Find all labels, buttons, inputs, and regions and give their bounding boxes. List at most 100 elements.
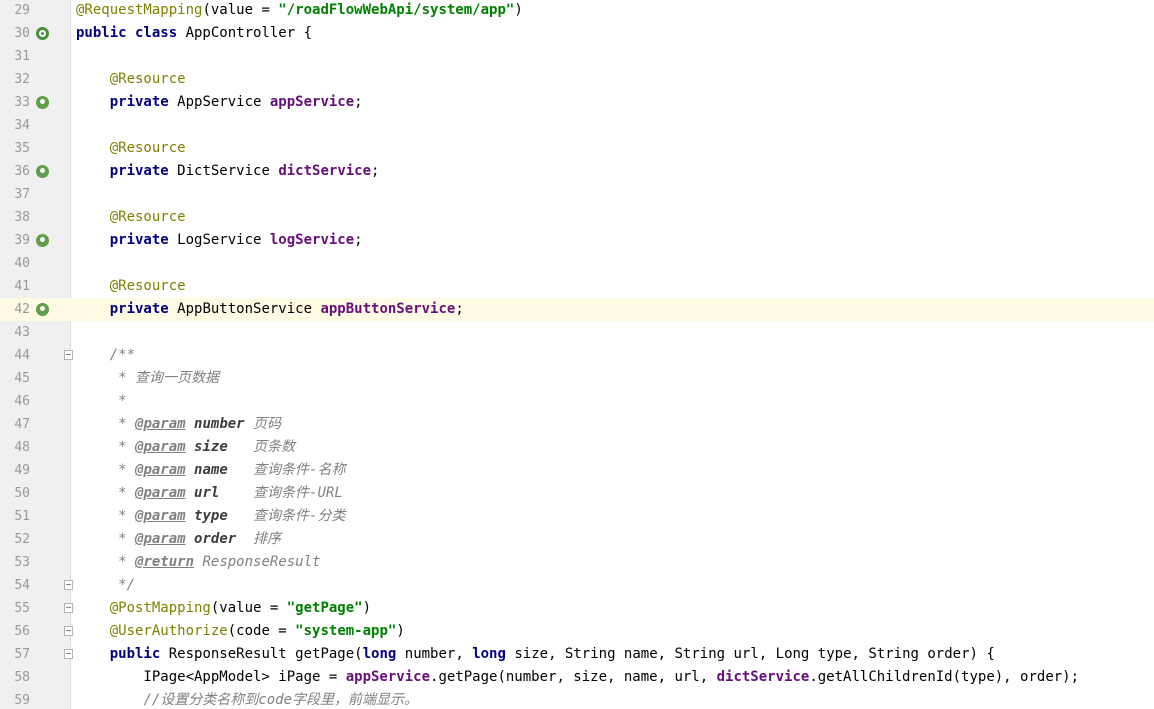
- line-number[interactable]: 37: [0, 183, 30, 206]
- line-number[interactable]: 58: [0, 666, 30, 689]
- line-number[interactable]: 47: [0, 413, 30, 436]
- code-line[interactable]: 35 @Resource: [0, 137, 1154, 160]
- code-line[interactable]: 42 private AppButtonService appButtonSer…: [0, 298, 1154, 321]
- code-token: LogService: [177, 232, 270, 248]
- line-number[interactable]: 55: [0, 597, 30, 620]
- code-text[interactable]: @Resource: [76, 275, 186, 298]
- code-line[interactable]: 36 private DictService dictService;: [0, 160, 1154, 183]
- code-line[interactable]: 55 @PostMapping(value = "getPage"): [0, 597, 1154, 620]
- code-line[interactable]: 43: [0, 321, 1154, 344]
- code-line[interactable]: 44 /**: [0, 344, 1154, 367]
- fold-marker-icon[interactable]: [64, 626, 73, 636]
- code-line[interactable]: 41 @Resource: [0, 275, 1154, 298]
- code-line[interactable]: 54 */: [0, 574, 1154, 597]
- code-text[interactable]: * 查询一页数据: [76, 367, 219, 390]
- code-text[interactable]: private AppService appService;: [76, 91, 363, 114]
- line-number[interactable]: 50: [0, 482, 30, 505]
- line-number[interactable]: 35: [0, 137, 30, 160]
- code-line[interactable]: 57 public ResponseResult getPage(long nu…: [0, 643, 1154, 666]
- line-number[interactable]: 53: [0, 551, 30, 574]
- code-text[interactable]: * @param type 查询条件-分类: [76, 505, 345, 528]
- spring-class-icon[interactable]: [36, 27, 49, 40]
- line-number[interactable]: 44: [0, 344, 30, 367]
- line-number[interactable]: 33: [0, 91, 30, 114]
- code-line[interactable]: 49 * @param name 查询条件-名称: [0, 459, 1154, 482]
- code-text[interactable]: public ResponseResult getPage(long numbe…: [76, 643, 995, 666]
- code-text[interactable]: * @return ResponseResult: [76, 551, 320, 574]
- code-text[interactable]: * @param size 页条数: [76, 436, 295, 459]
- line-number[interactable]: 46: [0, 390, 30, 413]
- code-text[interactable]: private LogService logService;: [76, 229, 363, 252]
- line-number[interactable]: 32: [0, 68, 30, 91]
- code-line[interactable]: 40: [0, 252, 1154, 275]
- spring-bean-icon[interactable]: [36, 165, 49, 178]
- line-number[interactable]: 59: [0, 689, 30, 709]
- line-number[interactable]: 57: [0, 643, 30, 666]
- line-number[interactable]: 54: [0, 574, 30, 597]
- code-editor[interactable]: 29 @RequestMapping(value = "/roadFlowWebA…: [0, 0, 1154, 709]
- fold-marker-icon[interactable]: [64, 603, 73, 613]
- code-line[interactable]: 51 * @param type 查询条件-分类: [0, 505, 1154, 528]
- code-text[interactable]: * @param url 查询条件-URL: [76, 482, 343, 505]
- code-text[interactable]: * @param name 查询条件-名称: [76, 459, 345, 482]
- code-text[interactable]: public class AppController {: [76, 22, 312, 45]
- code-line[interactable]: 29 @RequestMapping(value = "/roadFlowWebA…: [0, 0, 1154, 22]
- line-number[interactable]: 40: [0, 252, 30, 275]
- spring-bean-icon[interactable]: [36, 303, 49, 316]
- spring-bean-icon[interactable]: [36, 234, 49, 247]
- line-number[interactable]: 48: [0, 436, 30, 459]
- spring-bean-icon[interactable]: [36, 96, 49, 109]
- code-line[interactable]: 47 * @param number 页码: [0, 413, 1154, 436]
- code-text[interactable]: */: [76, 574, 135, 597]
- line-number[interactable]: 43: [0, 321, 30, 344]
- code-line[interactable]: 50 * @param url 查询条件-URL: [0, 482, 1154, 505]
- code-text[interactable]: private DictService dictService;: [76, 160, 380, 183]
- code-text[interactable]: IPage<AppModel> iPage = appService.getPa…: [76, 666, 1079, 689]
- line-number[interactable]: 38: [0, 206, 30, 229]
- code-text[interactable]: @PostMapping(value = "getPage"): [76, 597, 371, 620]
- code-line[interactable]: 53 * @return ResponseResult: [0, 551, 1154, 574]
- code-line[interactable]: 33 private AppService appService;: [0, 91, 1154, 114]
- code-line[interactable]: 45 * 查询一页数据: [0, 367, 1154, 390]
- code-line[interactable]: 38 @Resource: [0, 206, 1154, 229]
- code-line[interactable]: 59 //设置分类名称到code字段里，前端显示。: [0, 689, 1154, 709]
- code-line[interactable]: 30 public class AppController {: [0, 22, 1154, 45]
- line-number[interactable]: 36: [0, 160, 30, 183]
- line-number[interactable]: 56: [0, 620, 30, 643]
- code-text[interactable]: @Resource: [76, 68, 186, 91]
- code-text[interactable]: * @param number 页码: [76, 413, 281, 436]
- fold-marker-icon[interactable]: [64, 580, 73, 590]
- code-text[interactable]: //设置分类名称到code字段里，前端显示。: [76, 689, 418, 709]
- code-text[interactable]: /**: [76, 344, 135, 367]
- fold-marker-icon[interactable]: [64, 649, 73, 659]
- line-number[interactable]: 52: [0, 528, 30, 551]
- code-line[interactable]: 39 private LogService logService;: [0, 229, 1154, 252]
- line-number[interactable]: 45: [0, 367, 30, 390]
- code-line[interactable]: 56 @UserAuthorize(code = "system-app"): [0, 620, 1154, 643]
- line-number[interactable]: 51: [0, 505, 30, 528]
- code-text[interactable]: *: [76, 390, 126, 413]
- code-line[interactable]: 46 *: [0, 390, 1154, 413]
- code-text[interactable]: @Resource: [76, 137, 186, 160]
- code-text[interactable]: @RequestMapping(value = "/roadFlowWebApi…: [76, 0, 523, 22]
- line-number[interactable]: 30: [0, 22, 30, 45]
- code-line[interactable]: 58 IPage<AppModel> iPage = appService.ge…: [0, 666, 1154, 689]
- line-number[interactable]: 42: [0, 298, 30, 321]
- code-line[interactable]: 34: [0, 114, 1154, 137]
- line-number[interactable]: 31: [0, 45, 30, 68]
- code-line[interactable]: 52 * @param order 排序: [0, 528, 1154, 551]
- code-line[interactable]: 32 @Resource: [0, 68, 1154, 91]
- code-text[interactable]: @Resource: [76, 206, 186, 229]
- code-line[interactable]: 31: [0, 45, 1154, 68]
- line-number[interactable]: 29: [0, 0, 30, 22]
- code-line[interactable]: 37: [0, 183, 1154, 206]
- fold-marker-icon[interactable]: [64, 350, 73, 360]
- code-text[interactable]: @UserAuthorize(code = "system-app"): [76, 620, 405, 643]
- code-text[interactable]: private AppButtonService appButtonServic…: [76, 298, 464, 321]
- line-number[interactable]: 41: [0, 275, 30, 298]
- line-number[interactable]: 34: [0, 114, 30, 137]
- line-number[interactable]: 49: [0, 459, 30, 482]
- code-line[interactable]: 48 * @param size 页条数: [0, 436, 1154, 459]
- code-text[interactable]: * @param order 排序: [76, 528, 281, 551]
- line-number[interactable]: 39: [0, 229, 30, 252]
